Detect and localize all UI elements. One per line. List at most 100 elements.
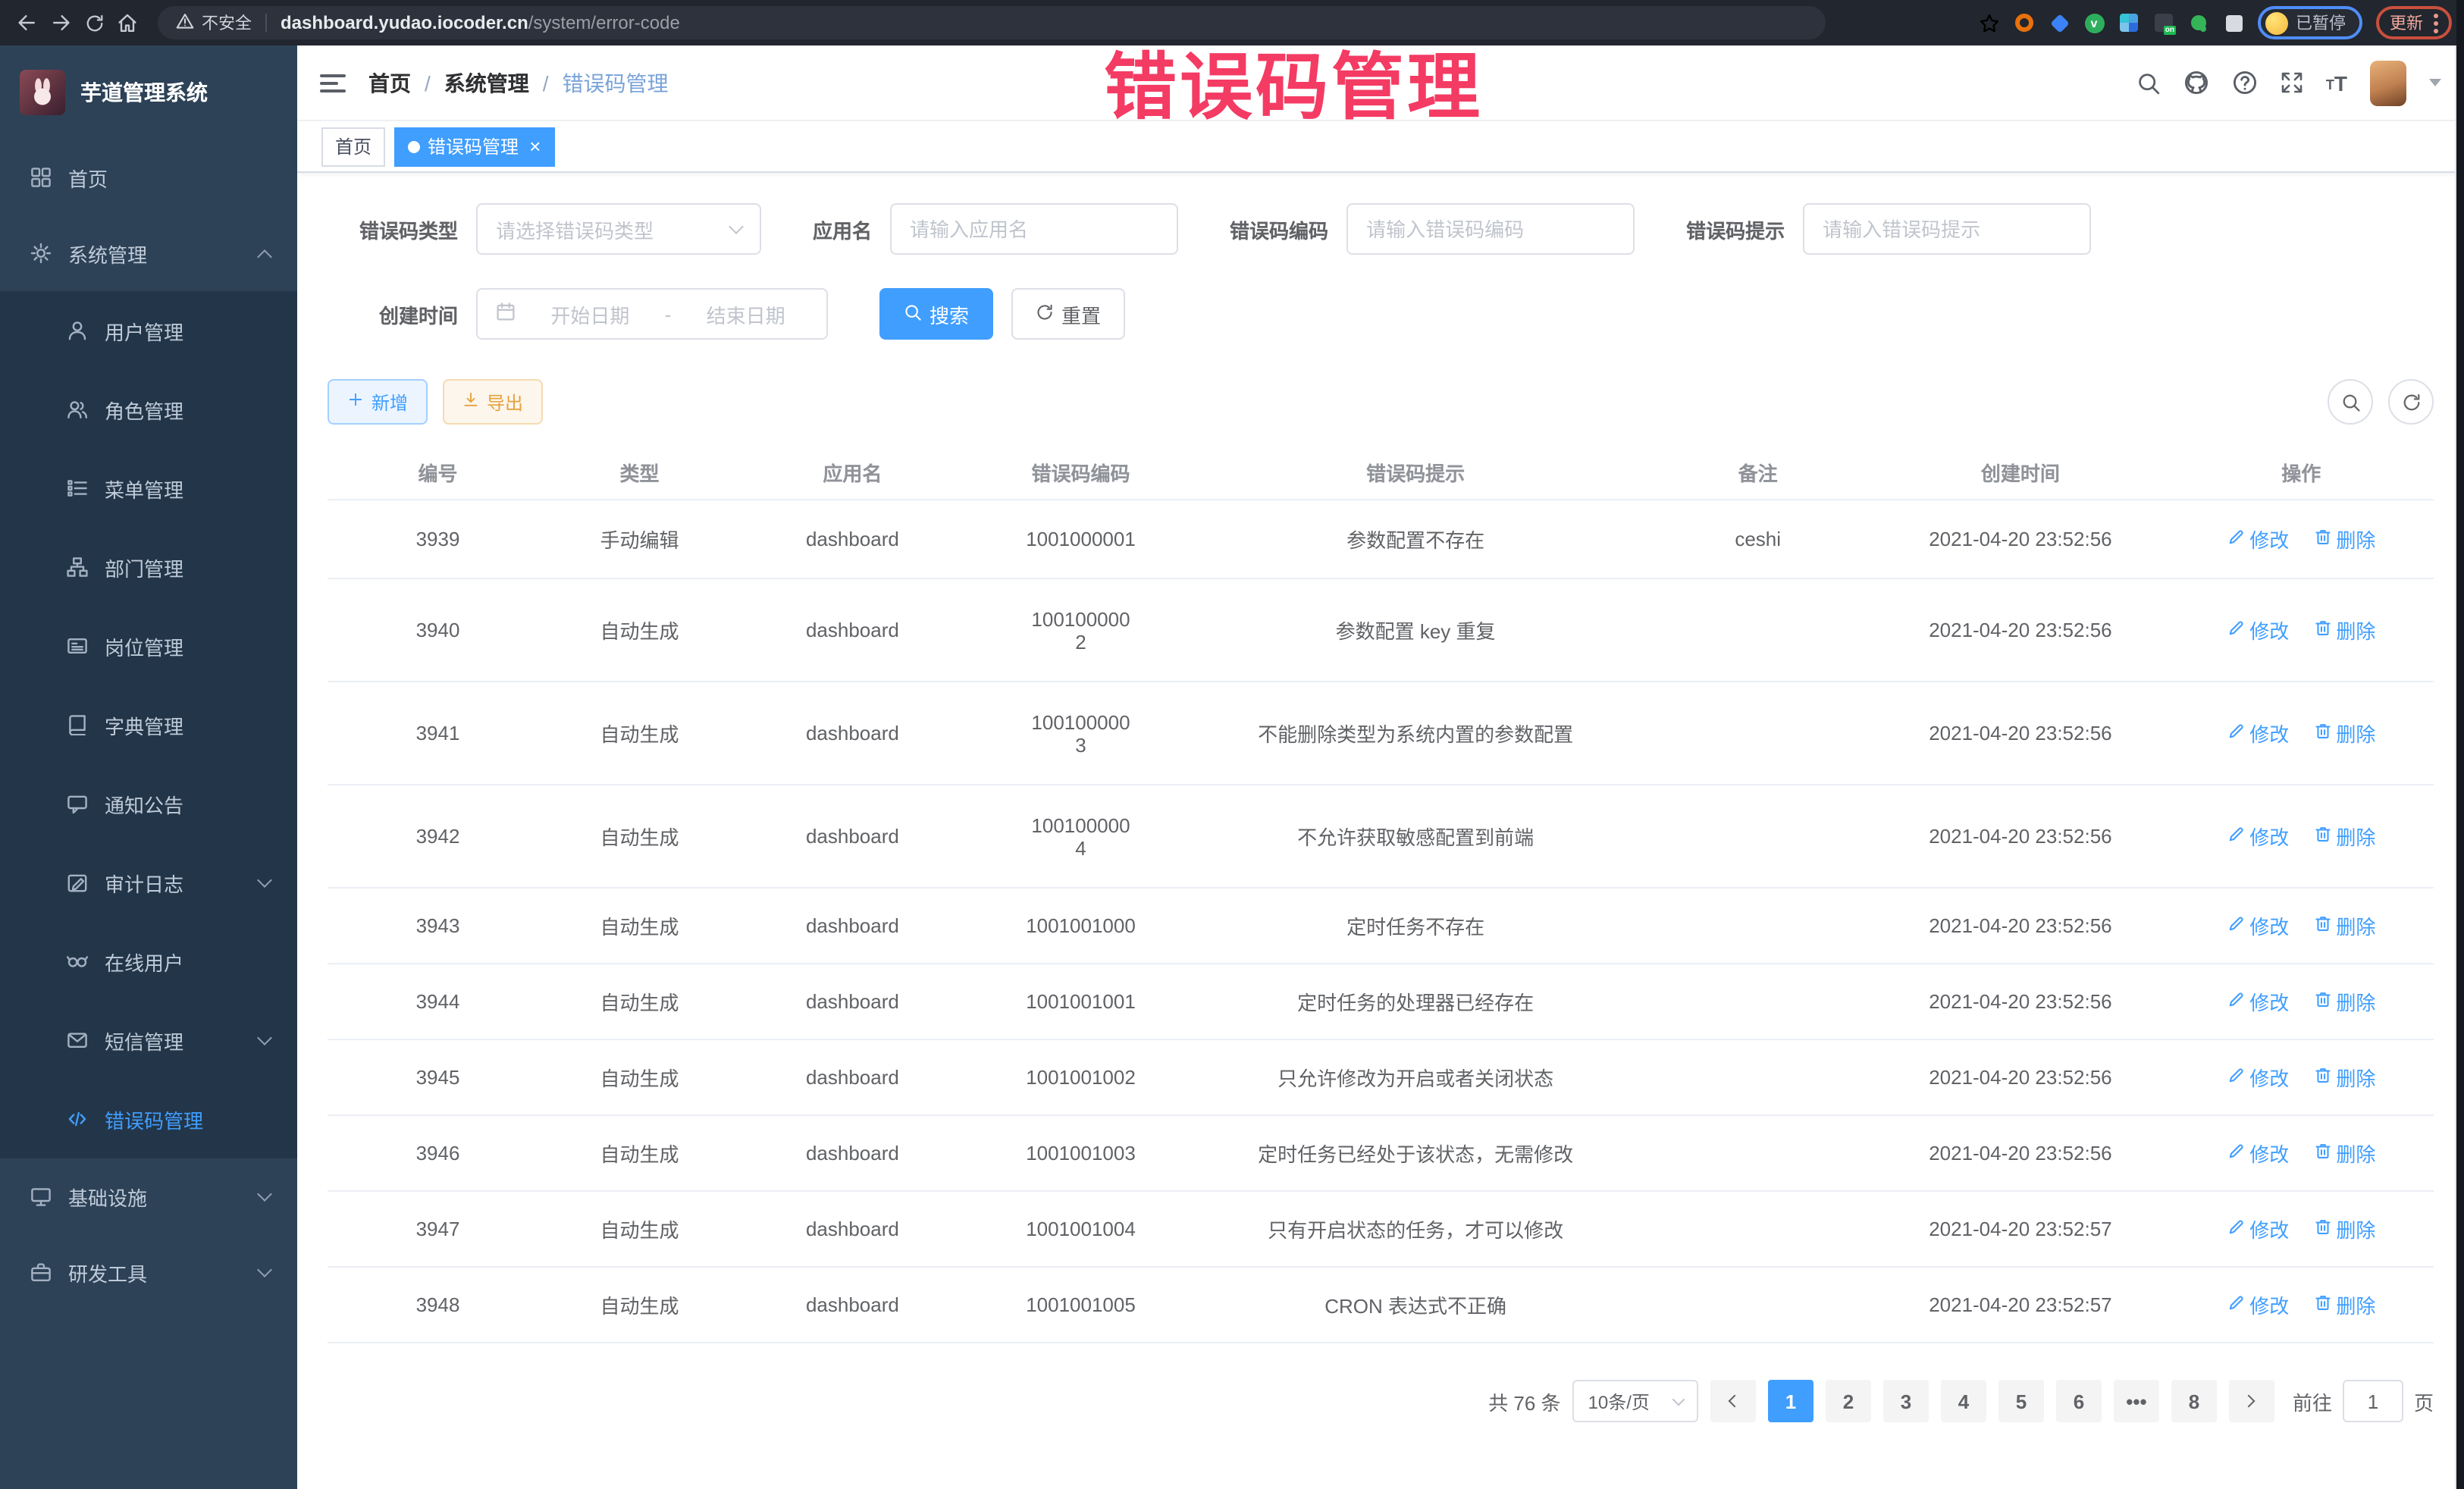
github-icon[interactable] — [2183, 70, 2209, 96]
sidebar-item-dict-management[interactable]: 字典管理 — [0, 685, 297, 764]
extension-icon[interactable] — [2118, 12, 2140, 33]
delete-link[interactable]: 删除 — [2313, 1139, 2375, 1168]
plus-icon — [347, 391, 364, 412]
view-tag[interactable]: 错误码管理× — [394, 127, 554, 166]
chevron-down-icon — [257, 1186, 272, 1202]
browser-back-icon[interactable] — [12, 6, 42, 39]
ellipsis-pages-button[interactable]: ••• — [2114, 1380, 2159, 1422]
view-tag[interactable]: 首页 — [321, 127, 385, 166]
sidebar-item-infrastructure[interactable]: 基础设施 — [0, 1158, 297, 1234]
fullscreen-icon[interactable] — [2281, 71, 2303, 94]
sidebar-item-online-users[interactable]: 在线用户 — [0, 922, 297, 1001]
sidebar-menu: 首页系统管理用户管理角色管理菜单管理部门管理岗位管理字典管理通知公告审计日志在线… — [0, 139, 297, 1310]
cell-code: 1001001002 — [974, 1039, 1187, 1115]
delete-link[interactable]: 删除 — [2313, 822, 2375, 851]
browser-update-button[interactable]: 更新 — [2376, 6, 2452, 39]
date-range-picker[interactable]: 开始日期 - 结束日期 — [476, 288, 828, 340]
reset-button[interactable]: 重置 — [1011, 288, 1125, 340]
chevron-down-icon[interactable] — [2429, 79, 2441, 86]
warning-icon — [176, 11, 194, 34]
cell-code: 1001001000 — [974, 888, 1187, 964]
error-msg-input[interactable] — [1803, 203, 2091, 255]
cell-actions: 修改删除 — [2169, 1039, 2434, 1115]
sidebar-item-post-management[interactable]: 岗位管理 — [0, 607, 297, 685]
sidebar-item-dev-tools[interactable]: 研发工具 — [0, 1234, 297, 1310]
page-button[interactable]: 1 — [1768, 1380, 1814, 1422]
sidebar-item-notice-announcement[interactable]: 通知公告 — [0, 764, 297, 843]
sidebar-item-system-management[interactable]: 系统管理 — [0, 215, 297, 291]
edit-link[interactable]: 修改 — [2227, 1139, 2289, 1168]
sidebar-item-dept-management[interactable]: 部门管理 — [0, 528, 297, 607]
browser-forward-icon[interactable] — [45, 6, 76, 39]
sidebar-item-audit-log[interactable]: 审计日志 — [0, 843, 297, 922]
delete-link[interactable]: 删除 — [2313, 1215, 2375, 1243]
edit-link[interactable]: 修改 — [2227, 822, 2289, 851]
extension-icon[interactable] — [2014, 12, 2035, 33]
edit-link[interactable]: 修改 — [2227, 525, 2289, 553]
screen: 不安全 dashboard.yudao.iocoder.cn/system/er… — [0, 0, 2464, 1489]
hamburger-icon[interactable] — [320, 74, 346, 92]
edit-link[interactable]: 修改 — [2227, 911, 2289, 940]
page-button[interactable]: 3 — [1883, 1380, 1929, 1422]
edit-link[interactable]: 修改 — [2227, 987, 2289, 1016]
extension-icon[interactable] — [2049, 12, 2070, 33]
toggle-search-button[interactable] — [2328, 379, 2373, 425]
goto-page-input[interactable] — [2343, 1380, 2403, 1422]
search-button[interactable]: 搜索 — [879, 288, 993, 340]
page-button[interactable]: 5 — [1998, 1380, 2044, 1422]
chevron-down-icon — [257, 873, 272, 888]
delete-link[interactable]: 删除 — [2313, 525, 2375, 553]
delete-link[interactable]: 删除 — [2313, 1063, 2375, 1092]
page-button[interactable]: 4 — [1941, 1380, 1986, 1422]
sidebar-item-menu-management[interactable]: 菜单管理 — [0, 449, 297, 528]
sidebar-item-error-code-management[interactable]: 错误码管理 — [0, 1080, 297, 1158]
font-size-icon[interactable]: TT — [2326, 72, 2347, 93]
dashboard-icon — [30, 167, 52, 188]
cell-time: 2021-04-20 23:52:57 — [1872, 1267, 2168, 1343]
page-size-select[interactable]: 10条/页 — [1573, 1380, 1698, 1422]
extension-icon[interactable] — [2188, 12, 2209, 33]
help-icon[interactable] — [2232, 70, 2258, 96]
page-button[interactable]: 2 — [1826, 1380, 1871, 1422]
address-bar[interactable]: 不安全 dashboard.yudao.iocoder.cn/system/er… — [158, 6, 1826, 39]
close-icon[interactable]: × — [529, 136, 541, 156]
delete-link[interactable]: 删除 — [2313, 1290, 2375, 1319]
browser-profile-badge[interactable]: 已暂停 — [2258, 6, 2362, 39]
delete-link[interactable]: 删除 — [2313, 616, 2375, 644]
bookmark-star-icon[interactable] — [1979, 12, 2000, 33]
next-page-button[interactable] — [2229, 1380, 2274, 1422]
delete-link[interactable]: 删除 — [2313, 911, 2375, 940]
add-button[interactable]: 新增 — [328, 379, 428, 425]
browser-menu-icon[interactable] — [2434, 13, 2438, 33]
delete-link[interactable]: 删除 — [2313, 987, 2375, 1016]
error-type-select[interactable]: 请选择错误码类型 — [476, 203, 761, 255]
prev-page-button[interactable] — [1710, 1380, 1756, 1422]
breadcrumb-item[interactable]: 首页 — [368, 67, 411, 98]
page-button[interactable]: 8 — [2171, 1380, 2217, 1422]
cell-msg: 不允许获取敏感配置到前端 — [1187, 785, 1644, 888]
sidebar-item-home[interactable]: 首页 — [0, 139, 297, 215]
edit-link[interactable]: 修改 — [2227, 1215, 2289, 1243]
breadcrumb-separator: / — [543, 71, 549, 95]
export-button[interactable]: 导出 — [443, 379, 543, 425]
delete-link[interactable]: 删除 — [2313, 719, 2375, 748]
edit-link[interactable]: 修改 — [2227, 719, 2289, 748]
app-name-input[interactable] — [890, 203, 1178, 255]
sidebar-item-user-management[interactable]: 用户管理 — [0, 291, 297, 370]
edit-link[interactable]: 修改 — [2227, 1290, 2289, 1319]
user-avatar[interactable] — [2370, 60, 2406, 105]
extension-icon[interactable]: v — [2083, 12, 2105, 33]
edit-link[interactable]: 修改 — [2227, 616, 2289, 644]
refresh-table-button[interactable] — [2388, 379, 2434, 425]
edit-link[interactable]: 修改 — [2227, 1063, 2289, 1092]
error-code-input[interactable] — [1346, 203, 1635, 255]
sidebar-item-role-management[interactable]: 角色管理 — [0, 370, 297, 449]
sidebar-item-sms-management[interactable]: 短信管理 — [0, 1001, 297, 1080]
browser-reload-icon[interactable] — [79, 6, 109, 39]
search-icon[interactable] — [2136, 71, 2161, 95]
page-button[interactable]: 6 — [2056, 1380, 2102, 1422]
extension-icon[interactable]: on — [2153, 12, 2174, 33]
breadcrumb-item[interactable]: 系统管理 — [444, 67, 529, 98]
extension-icon[interactable] — [2223, 12, 2244, 33]
browser-home-icon[interactable] — [112, 6, 143, 39]
